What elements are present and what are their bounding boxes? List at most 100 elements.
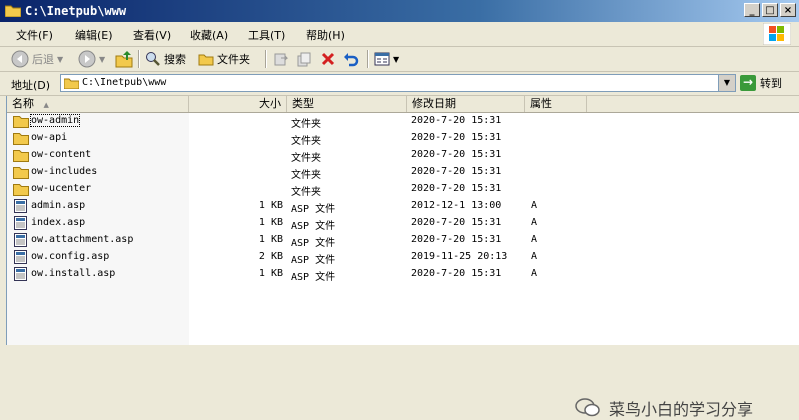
file-modified-date: 2012-12-1 13:00 xyxy=(411,200,502,211)
file-type: 文件夹 xyxy=(291,153,321,164)
file-modified-date: 2020-7-20 15:31 xyxy=(411,234,502,245)
file-modified-date: 2020-7-20 15:31 xyxy=(411,183,502,194)
file-modified-date: 2020-7-20 15:31 xyxy=(411,115,502,126)
table-row[interactable]: ow-includes 文件夹 2020-7-20 15:31 xyxy=(7,164,799,181)
move-to-button[interactable] xyxy=(273,50,289,68)
table-row[interactable]: ow-content 文件夹 2020-7-20 15:31 xyxy=(7,147,799,164)
address-path: C:\Inetpub\www xyxy=(82,77,167,88)
window-title: C:\Inetpub\www xyxy=(25,4,127,18)
maximize-button[interactable]: □ xyxy=(762,3,778,17)
windows-logo-icon xyxy=(763,23,791,45)
views-icon xyxy=(374,52,390,66)
forward-dropdown-icon[interactable]: ▼ xyxy=(99,55,105,64)
file-size: 1 KB xyxy=(258,217,283,228)
column-header-name[interactable]: 名称 ▲ xyxy=(7,96,189,112)
menu-bar: 文件(F) 编辑(E) 查看(V) 收藏(A) 工具(T) 帮助(H) xyxy=(0,22,799,47)
back-label: 后退 xyxy=(32,53,54,66)
file-name: ow.install.asp xyxy=(31,268,116,279)
views-button[interactable]: ▼ xyxy=(374,50,399,68)
move-to-icon xyxy=(274,53,289,66)
file-name: ow.config.asp xyxy=(31,251,110,262)
menu-view[interactable]: 查看(V) xyxy=(133,27,171,43)
file-size: 1 KB xyxy=(258,234,283,245)
menu-favorites[interactable]: 收藏(A) xyxy=(190,27,228,43)
column-header-type[interactable]: 类型 xyxy=(287,96,407,112)
table-row[interactable]: ow-ucenter 文件夹 2020-7-20 15:31 xyxy=(7,181,799,198)
go-arrow-icon: → xyxy=(740,75,756,91)
file-type: 文件夹 xyxy=(291,119,321,130)
file-type: 文件夹 xyxy=(291,136,321,147)
undo-button[interactable] xyxy=(343,50,359,68)
column-header-size[interactable]: 大小 xyxy=(189,96,287,112)
back-dropdown-icon[interactable]: ▼ xyxy=(57,55,63,64)
go-button[interactable]: → 转到 xyxy=(740,74,782,92)
table-row[interactable]: ow.install.asp 1 KB ASP 文件 2020-7-20 15:31 A xyxy=(7,266,799,283)
undo-icon xyxy=(344,53,359,67)
up-folder-button[interactable] xyxy=(115,50,133,68)
asp-file-icon xyxy=(14,233,27,247)
file-name: ow.attachment.asp xyxy=(31,234,134,245)
wechat-icon xyxy=(575,398,600,417)
menu-tools[interactable]: 工具(T) xyxy=(248,27,285,43)
file-name: ow-includes xyxy=(31,166,98,177)
file-name: admin.asp xyxy=(31,200,86,211)
delete-button[interactable] xyxy=(320,50,336,68)
file-size: 1 KB xyxy=(258,268,283,279)
back-button[interactable]: 后退 ▼ xyxy=(11,50,63,68)
file-name: ow-admin xyxy=(29,114,81,127)
table-row[interactable]: ow-admin 文件夹 2020-7-20 15:31 xyxy=(7,113,799,130)
file-modified-date: 2019-11-25 20:13 xyxy=(411,251,508,262)
address-dropdown-icon[interactable]: ▼ xyxy=(718,75,735,91)
file-attributes: A xyxy=(531,217,538,228)
toolbar: 后退 ▼ ▼ 搜索 文件夹 ▼ xyxy=(0,47,799,72)
forward-arrow-icon xyxy=(78,50,96,68)
search-label: 搜索 xyxy=(164,53,186,66)
close-button[interactable]: × xyxy=(780,3,796,17)
folder-icon xyxy=(13,150,29,162)
column-header-attributes[interactable]: 属性 xyxy=(525,96,587,112)
search-button[interactable]: 搜索 xyxy=(145,50,186,68)
file-size: 2 KB xyxy=(258,251,283,262)
views-dropdown-icon[interactable]: ▼ xyxy=(393,55,399,64)
file-attributes: A xyxy=(531,251,538,262)
folder-icon xyxy=(13,116,29,128)
asp-file-icon xyxy=(14,216,27,230)
file-list[interactable]: 名称 ▲ 大小 类型 修改日期 属性 ow-admin 文件夹 2020-7-20 … xyxy=(6,96,799,419)
file-size: 1 KB xyxy=(258,200,283,211)
forward-button[interactable]: ▼ xyxy=(78,50,105,68)
table-row[interactable]: admin.asp 1 KB ASP 文件 2012-12-1 13:00 A xyxy=(7,198,799,215)
menu-file[interactable]: 文件(F) xyxy=(16,27,53,43)
minimize-button[interactable]: _ xyxy=(744,3,760,17)
back-arrow-icon xyxy=(11,50,29,68)
file-type: ASP 文件 xyxy=(291,221,336,232)
file-attributes: A xyxy=(531,268,538,279)
title-bar: C:\Inetpub\www _ □ × xyxy=(0,0,799,22)
table-row[interactable]: ow.config.asp 2 KB ASP 文件 2019-11-25 20:13 A xyxy=(7,249,799,266)
file-attributes: A xyxy=(531,200,538,211)
up-folder-icon xyxy=(115,51,133,68)
folders-button[interactable]: 文件夹 xyxy=(198,50,250,68)
address-input[interactable]: C:\Inetpub\www ▼ xyxy=(60,74,736,92)
menu-help[interactable]: 帮助(H) xyxy=(306,27,345,43)
table-row[interactable]: index.asp 1 KB ASP 文件 2020-7-20 15:31 A xyxy=(7,215,799,232)
file-modified-date: 2020-7-20 15:31 xyxy=(411,149,502,160)
file-type: ASP 文件 xyxy=(291,255,336,266)
search-icon xyxy=(146,52,160,66)
table-row[interactable]: ow-api 文件夹 2020-7-20 15:31 xyxy=(7,130,799,147)
file-name: ow-content xyxy=(31,149,92,160)
go-label: 转到 xyxy=(760,77,782,90)
menu-edit[interactable]: 编辑(E) xyxy=(75,27,113,43)
column-header-modified[interactable]: 修改日期 xyxy=(407,96,525,112)
file-name: ow-api xyxy=(31,132,68,143)
copy-to-button[interactable] xyxy=(296,50,312,68)
column-name-label: 名称 xyxy=(12,97,34,110)
folder-icon xyxy=(13,133,29,145)
file-attributes: A xyxy=(531,234,538,245)
watermark: 菜鸟小白的学习分享 xyxy=(575,396,753,420)
file-modified-date: 2020-7-20 15:31 xyxy=(411,132,502,143)
table-row[interactable]: ow.attachment.asp 1 KB ASP 文件 2020-7-20 15:… xyxy=(7,232,799,249)
address-bar: 地址(D) C:\Inetpub\www ▼ → 转到 xyxy=(0,72,799,96)
delete-icon xyxy=(321,52,335,66)
file-type: 文件夹 xyxy=(291,170,321,181)
copy-to-icon xyxy=(297,52,311,67)
